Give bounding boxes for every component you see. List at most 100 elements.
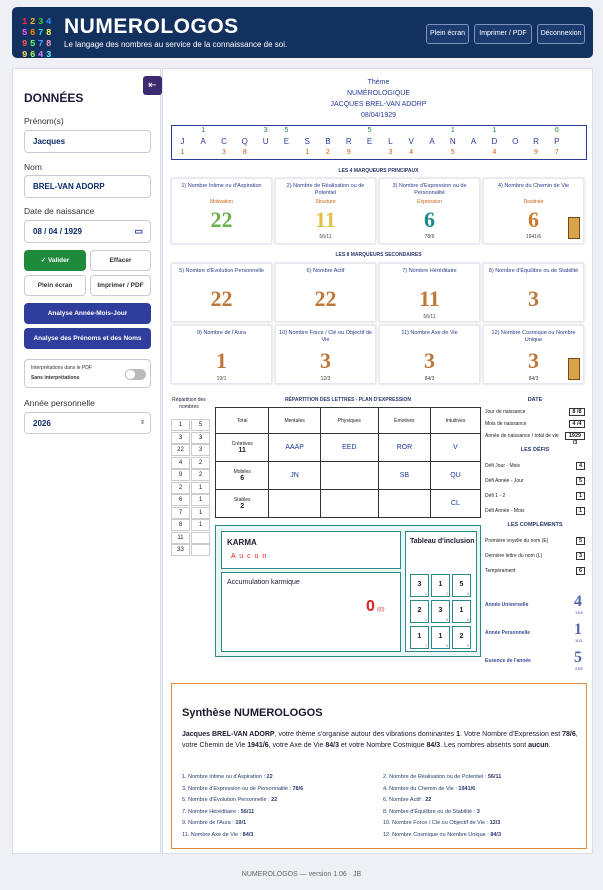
- plan-row: Stables 2 CL: [214, 489, 482, 518]
- nom-input[interactable]: BREL-VAN ADORP: [24, 175, 151, 198]
- card-title: 10) Nombre Force / Clé ou Objectif de Vi…: [279, 330, 372, 343]
- print-pdf-button[interactable]: Imprimer / PDF: [474, 24, 532, 44]
- plan-cell: JN: [268, 461, 321, 490]
- card-title: 5) Nombre d'Évolution Personnelle: [179, 268, 264, 274]
- annee-foot: 13/4: [575, 610, 583, 615]
- date-value: 08 / 04 / 1929: [33, 227, 82, 236]
- date-row-value: 1929 /3: [565, 432, 585, 446]
- card-footnote: 56/11: [319, 234, 332, 240]
- complement-value: 3: [576, 552, 585, 560]
- letter-cell: O: [512, 137, 519, 146]
- letter-cell: 1: [492, 127, 497, 134]
- inclusion-index: 3: [466, 591, 469, 596]
- validate-button[interactable]: ✓ Valider: [24, 250, 86, 271]
- letter-cell: R: [533, 137, 539, 146]
- synthese-item-value: 56/11: [240, 808, 255, 815]
- synthese-item: 11. Nombre Axe de Vie : 84/3: [182, 832, 253, 838]
- letter-cell: 6: [554, 127, 559, 134]
- synthese-part: , votre thème s'organise autour des vibr…: [274, 731, 457, 738]
- inclusion-index: 2: [445, 591, 448, 596]
- synthese-text: Jacques BREL-VAN ADORP, votre thème s'or…: [182, 729, 578, 751]
- card-subtitle: Structure: [315, 199, 336, 205]
- principal-card[interactable]: 3) Nombre d'Expression ou de Personnalit…: [379, 178, 480, 244]
- analyse-date-button[interactable]: Analyse Année-Mois-Jour: [24, 303, 151, 324]
- defi-value: 4: [576, 462, 585, 470]
- inclusion-cell: 16: [452, 600, 471, 623]
- secondary-card[interactable]: 10) Nombre Force / Clé ou Objectif de Vi…: [275, 325, 376, 384]
- letter-cell: 4: [409, 149, 414, 156]
- synthese-item-value: 1941/6: [458, 785, 476, 792]
- principal-card[interactable]: 2) Nombre de Réalisation ou de Potentiel…: [275, 178, 376, 244]
- inclusion-value: 3: [438, 607, 443, 614]
- prenom-input[interactable]: Jacques: [24, 130, 151, 153]
- letters-grid: 1 3 5 5 1 1 6 J A C Q U E S B R E L V A N A D O R P 1 3 8 1 2 9 3 4 5 4 9 7: [171, 125, 587, 160]
- card-footnote: 12/3: [320, 376, 331, 382]
- secondary-card[interactable]: 11) Nombre Axe de Vie 3 84/3: [379, 325, 480, 384]
- inclusion-cell: 24: [410, 600, 429, 623]
- card-title: 6) Nombre Actif: [306, 268, 345, 274]
- annee-input[interactable]: 2026 ⇕: [24, 412, 151, 434]
- sidebar-print-button[interactable]: Imprimer / PDF: [90, 275, 151, 296]
- repartition-cell: 33: [171, 544, 190, 556]
- calendar-icon[interactable]: ▭: [134, 221, 143, 242]
- inclusion-index: 9: [466, 643, 469, 648]
- complement-label: Première voyelle du nom (E): [485, 538, 549, 544]
- interp-toggle[interactable]: [125, 369, 146, 380]
- accumulation-sub: /(0): [377, 607, 385, 613]
- clear-button[interactable]: Effacer: [90, 250, 151, 271]
- fullscreen-button[interactable]: Plein écran: [426, 24, 469, 44]
- letter-cell: 1: [450, 127, 455, 134]
- date-title: DATE: [527, 397, 543, 403]
- synthese-item: 8. Nombre d'Équilibre ou de Stabilité : …: [383, 809, 480, 815]
- stepper-icon[interactable]: ⇕: [140, 413, 145, 434]
- inclusion-cell: 12: [431, 574, 450, 597]
- synthese-item-label: 2. Nombre de Réalisation ou de Potentiel…: [383, 774, 488, 780]
- letter-cell: 9: [534, 149, 538, 156]
- principal-card[interactable]: 1) Nombre Intime ou d'Aspiration Motivati…: [171, 178, 272, 244]
- synthese-item: 9. Nombre de l'Aura : 19/1: [182, 820, 246, 826]
- plan-row-label: Mobiles 6: [214, 461, 270, 490]
- secondary-card[interactable]: 5) Nombre d'Évolution Personnelle 22: [171, 263, 272, 322]
- letter-cell: S: [304, 137, 310, 146]
- synthese-value: 84/3: [325, 742, 339, 749]
- logo-digit: 4: [46, 17, 52, 27]
- secondary-card[interactable]: 6) Nombre Actif 22: [275, 263, 376, 322]
- theme-date: 08/04/1929: [360, 112, 397, 119]
- tarot-card-icon: [568, 217, 580, 239]
- secondary-card[interactable]: 9) Nombre de l'Aura 1 19/1: [171, 325, 272, 384]
- secondary-card[interactable]: 12) Nombre Cosmique ou Nombre Unique 3 84/…: [483, 325, 584, 384]
- repartition-cell: 9: [171, 469, 190, 481]
- synthese-item-value: 56/11: [487, 774, 502, 780]
- sidebar-fullscreen-button[interactable]: Plein écran: [24, 275, 86, 296]
- logout-button[interactable]: Déconnexion: [537, 24, 585, 44]
- synthese-item: 6. Nombre Actif : 22: [383, 797, 431, 803]
- logo-digit: 4: [38, 50, 44, 60]
- main-panel: Thème NUMÉROLOGIQUE JACQUES BREL-VAN ADO…: [162, 68, 593, 854]
- secondary-card[interactable]: 7) Nombre Héréditaire 11 56/11: [379, 263, 480, 322]
- letter-cell: 4: [492, 149, 497, 156]
- letter-cell: P: [554, 137, 560, 146]
- letter-cell: 5: [367, 127, 372, 134]
- analyse-names-button[interactable]: Analyse des Prénoms et des Noms: [24, 328, 151, 349]
- card-number: 3: [320, 348, 331, 373]
- inclusion-index: 6: [466, 617, 469, 622]
- inclusion-cell: 35: [431, 600, 450, 623]
- letter-cell: 2: [326, 149, 330, 156]
- defi-label: Défi Année - Mois: [485, 508, 525, 514]
- synthese-item-label: 7. Nombre Héréditaire :: [182, 808, 241, 815]
- letter-cell: 3: [222, 149, 226, 156]
- plan-header: Mentales: [268, 407, 321, 434]
- inclusion-value: 3: [417, 581, 422, 588]
- collapse-sidebar-icon[interactable]: ⇤: [143, 76, 162, 95]
- card-number: 3: [528, 286, 539, 311]
- date-input[interactable]: 08 / 04 / 1929 ▭: [24, 220, 151, 243]
- letter-cell: B: [325, 137, 331, 146]
- card-title: 2) Nombre de Réalisation ou de Potentiel: [286, 183, 365, 196]
- synthese-title: Synthèse NUMEROLOGOS: [182, 707, 323, 719]
- secondary-card[interactable]: 8) Nombre d'Équilibre ou de Stabilité 3: [483, 263, 584, 322]
- repartition-cell: 1: [191, 506, 210, 519]
- plan-header: Intuitives: [429, 407, 482, 434]
- principal-card[interactable]: 4) Nombre du Chemin de Vie Destinée 6 1941/…: [483, 178, 584, 244]
- letter-cell: 5: [450, 149, 455, 156]
- card-footnote: 78/6: [424, 234, 435, 240]
